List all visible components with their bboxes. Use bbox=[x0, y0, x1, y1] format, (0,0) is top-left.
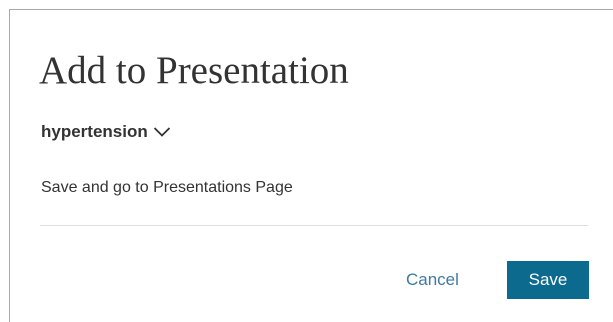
chevron-down-icon bbox=[153, 127, 170, 137]
presentation-dropdown[interactable]: hypertension bbox=[41, 120, 171, 144]
presentation-dropdown-label: hypertension bbox=[41, 122, 148, 141]
save-and-go-to-presentations-link[interactable]: Save and go to Presentations Page bbox=[41, 177, 293, 199]
save-button[interactable]: Save bbox=[507, 261, 589, 299]
divider bbox=[40, 225, 588, 226]
dialog-title: Add to Presentation bbox=[39, 49, 349, 92]
add-to-presentation-dialog: Add to Presentation hypertension Save an… bbox=[9, 9, 613, 322]
cancel-button[interactable]: Cancel bbox=[396, 262, 469, 298]
